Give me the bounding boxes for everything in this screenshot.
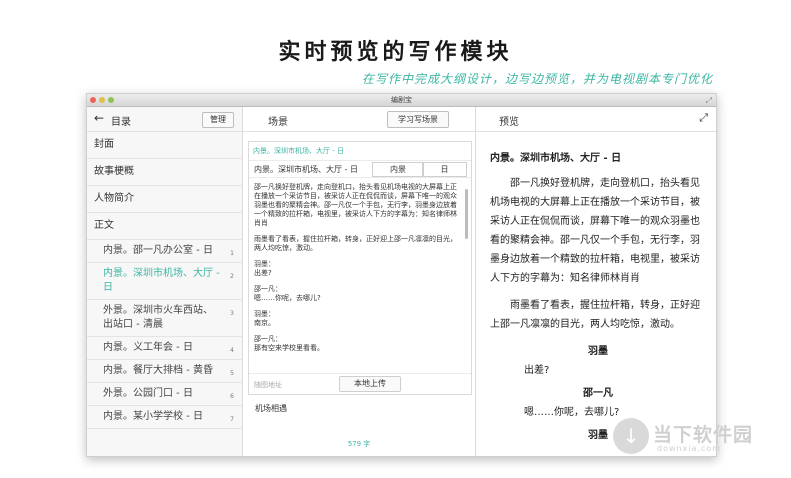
preview-scene-heading: 内景。深圳市机场、大厅 - 日 bbox=[490, 153, 622, 164]
sidebar-item-characters[interactable]: 人物简介 bbox=[87, 186, 242, 213]
watermark-text: 当下软件园 bbox=[653, 424, 754, 446]
window-title: 编剧宝 bbox=[391, 96, 412, 104]
scene-item-active[interactable]: 内景。深圳市机场、大厅 - 日 2 bbox=[87, 263, 242, 300]
scene-item[interactable]: 内景。义工年会 - 日 4 bbox=[87, 337, 242, 360]
preview-paragraph: 邵一凡换好登机牌，走向登机口，抬头看见机场电视的大屏幕上正在播放一个采访节目，被… bbox=[490, 178, 700, 284]
editor-scrollbar[interactable] bbox=[465, 189, 468, 239]
app-window: 编剧宝 ⤢ ← 目录 管理 封面 故事梗概 人物简介 正文 内景。邵一凡办公室 … bbox=[86, 93, 717, 457]
watermark: ↓ 当下软件园 downxia.com bbox=[613, 416, 773, 458]
scene-item[interactable]: 内景。邵一凡办公室 - 日 1 bbox=[87, 240, 242, 263]
script-paragraph: 邵一凡： 那有空来学校里看看。 bbox=[254, 335, 324, 352]
preview-title: 预览 bbox=[499, 117, 519, 128]
sidebar-title: 目录 bbox=[111, 117, 131, 128]
scene-heading-row: 内景。深圳市机场、大厅 - 日 内景 日 bbox=[249, 161, 471, 178]
headline: 实时预览的写作模块 bbox=[278, 40, 513, 65]
scene-name-field[interactable]: 机场相遇 bbox=[255, 403, 287, 414]
scene-editor: 场景 学习写场景 内景。深圳市机场、大厅 - 日 内景。深圳市机场、大厅 - 日… bbox=[243, 107, 476, 456]
editor-title: 场景 bbox=[268, 117, 288, 128]
download-logo-icon: ↓ bbox=[613, 418, 649, 454]
sidebar-header: ← 目录 管理 bbox=[87, 107, 242, 132]
scene-number: 1 bbox=[230, 250, 234, 257]
sidebar-item-body[interactable]: 正文 bbox=[87, 213, 242, 240]
scene-item[interactable]: 内景。餐厅大排档 - 黄昏 5 bbox=[87, 360, 242, 383]
scene-item[interactable]: 内景。某小学学校 - 日 7 bbox=[87, 406, 242, 429]
minimize-window-button[interactable] bbox=[99, 97, 105, 103]
scene-label: 内景。邵一凡办公室 - 日 bbox=[103, 245, 213, 256]
scene-number: 2 bbox=[230, 273, 234, 280]
scene-label: 内景。餐厅大排档 - 黄昏 bbox=[103, 365, 213, 376]
scene-item[interactable]: 外景。公园门口 - 日 6 bbox=[87, 383, 242, 406]
scene-label: 外景。公园门口 - 日 bbox=[103, 388, 193, 399]
scene-number: 5 bbox=[230, 370, 234, 377]
subheadline: 在写作中完成大纲设计，边写边预览，并为电视剧本专门优化 bbox=[361, 72, 713, 86]
script-text-area[interactable]: 邵一凡换好登机牌，走向登机口，抬头看见机场电视的大屏幕上正在播放一个采访节目，被… bbox=[249, 178, 471, 368]
scene-number: 3 bbox=[230, 310, 234, 317]
word-count: 579 字 bbox=[347, 440, 371, 448]
expand-icon[interactable]: ⤢ bbox=[699, 111, 708, 125]
scene-label: 外景。深圳市火车西站、出站口 - 清晨 bbox=[103, 305, 213, 330]
preview-character: 羽墨 bbox=[588, 346, 608, 357]
local-upload-button[interactable]: 本地上传 bbox=[339, 376, 401, 392]
window-controls bbox=[90, 97, 114, 103]
scene-item[interactable]: 外景。深圳市火车西站、出站口 - 清晨 3 bbox=[87, 300, 242, 337]
script-paragraph: 雨墨看了看表，握住拉杆箱，转身，正好迎上邵一凡凛凛的目光，两人均吃惊，激动。 bbox=[254, 235, 457, 252]
preview-dialogue: 出差? bbox=[524, 365, 550, 376]
editor-header: 场景 学习写场景 bbox=[243, 107, 475, 132]
scene-location-field[interactable]: 内景。深圳市机场、大厅 - 日 bbox=[254, 164, 358, 175]
time-of-day-toggle[interactable]: 日 bbox=[422, 162, 467, 177]
scene-number: 7 bbox=[230, 416, 234, 423]
watermark-url: downxia.com bbox=[657, 444, 722, 453]
preview-content: 内景。深圳市机场、大厅 - 日 邵一凡换好登机牌，走向登机口，抬头看见机场电视的… bbox=[476, 132, 716, 445]
preview-paragraph: 雨墨看了看表，握住拉杆箱，转身，正好迎上邵一凡凛凛的目光，两人均吃惊，激动。 bbox=[490, 300, 700, 330]
scene-label: 内景。深圳市机场、大厅 - 日 bbox=[103, 268, 220, 293]
learn-scene-button[interactable]: 学习写场景 bbox=[387, 111, 449, 128]
breadcrumb: 内景。深圳市机场、大厅 - 日 bbox=[249, 142, 471, 161]
script-paragraph: 邵一凡换好登机牌，走向登机口，抬头看见机场电视的大屏幕上正在播放一个采访节目，被… bbox=[254, 183, 457, 227]
scene-card: 内景。深圳市机场、大厅 - 日 内景。深圳市机场、大厅 - 日 内景 日 邵一凡… bbox=[248, 141, 472, 395]
sidebar-item-synopsis[interactable]: 故事梗概 bbox=[87, 159, 242, 186]
outline-sidebar: ← 目录 管理 封面 故事梗概 人物简介 正文 内景。邵一凡办公室 - 日 1 … bbox=[87, 107, 243, 456]
scene-label: 内景。某小学学校 - 日 bbox=[103, 411, 203, 422]
preview-pane: 预览 ⤢ 内景。深圳市机场、大厅 - 日 邵一凡换好登机牌，走向登机口，抬头看见… bbox=[476, 107, 716, 456]
script-paragraph: 邵一凡： 嗯……你呢，去哪儿? bbox=[254, 285, 321, 302]
image-upload-row: 随图地址 本地上传 bbox=[249, 373, 471, 394]
script-paragraph: 羽墨： 出差? bbox=[254, 260, 275, 277]
scene-number: 6 bbox=[230, 393, 234, 400]
preview-header: 预览 ⤢ bbox=[476, 107, 716, 132]
interior-toggle[interactable]: 内景 bbox=[372, 162, 424, 177]
script-paragraph: 羽墨： 南京。 bbox=[254, 310, 275, 327]
image-address-input[interactable]: 随图地址 bbox=[254, 380, 282, 390]
preview-character: 邵一凡 bbox=[583, 388, 613, 399]
fullscreen-icon[interactable]: ⤢ bbox=[706, 95, 712, 107]
scene-number: 4 bbox=[230, 347, 234, 354]
back-arrow-icon[interactable]: ← bbox=[94, 111, 104, 125]
scene-label: 内景。义工年会 - 日 bbox=[103, 342, 193, 353]
title-bar: 编剧宝 ⤢ bbox=[87, 94, 716, 107]
sidebar-item-cover[interactable]: 封面 bbox=[87, 132, 242, 159]
close-window-button[interactable] bbox=[90, 97, 96, 103]
manage-button[interactable]: 管理 bbox=[202, 112, 234, 128]
zoom-window-button[interactable] bbox=[108, 97, 114, 103]
